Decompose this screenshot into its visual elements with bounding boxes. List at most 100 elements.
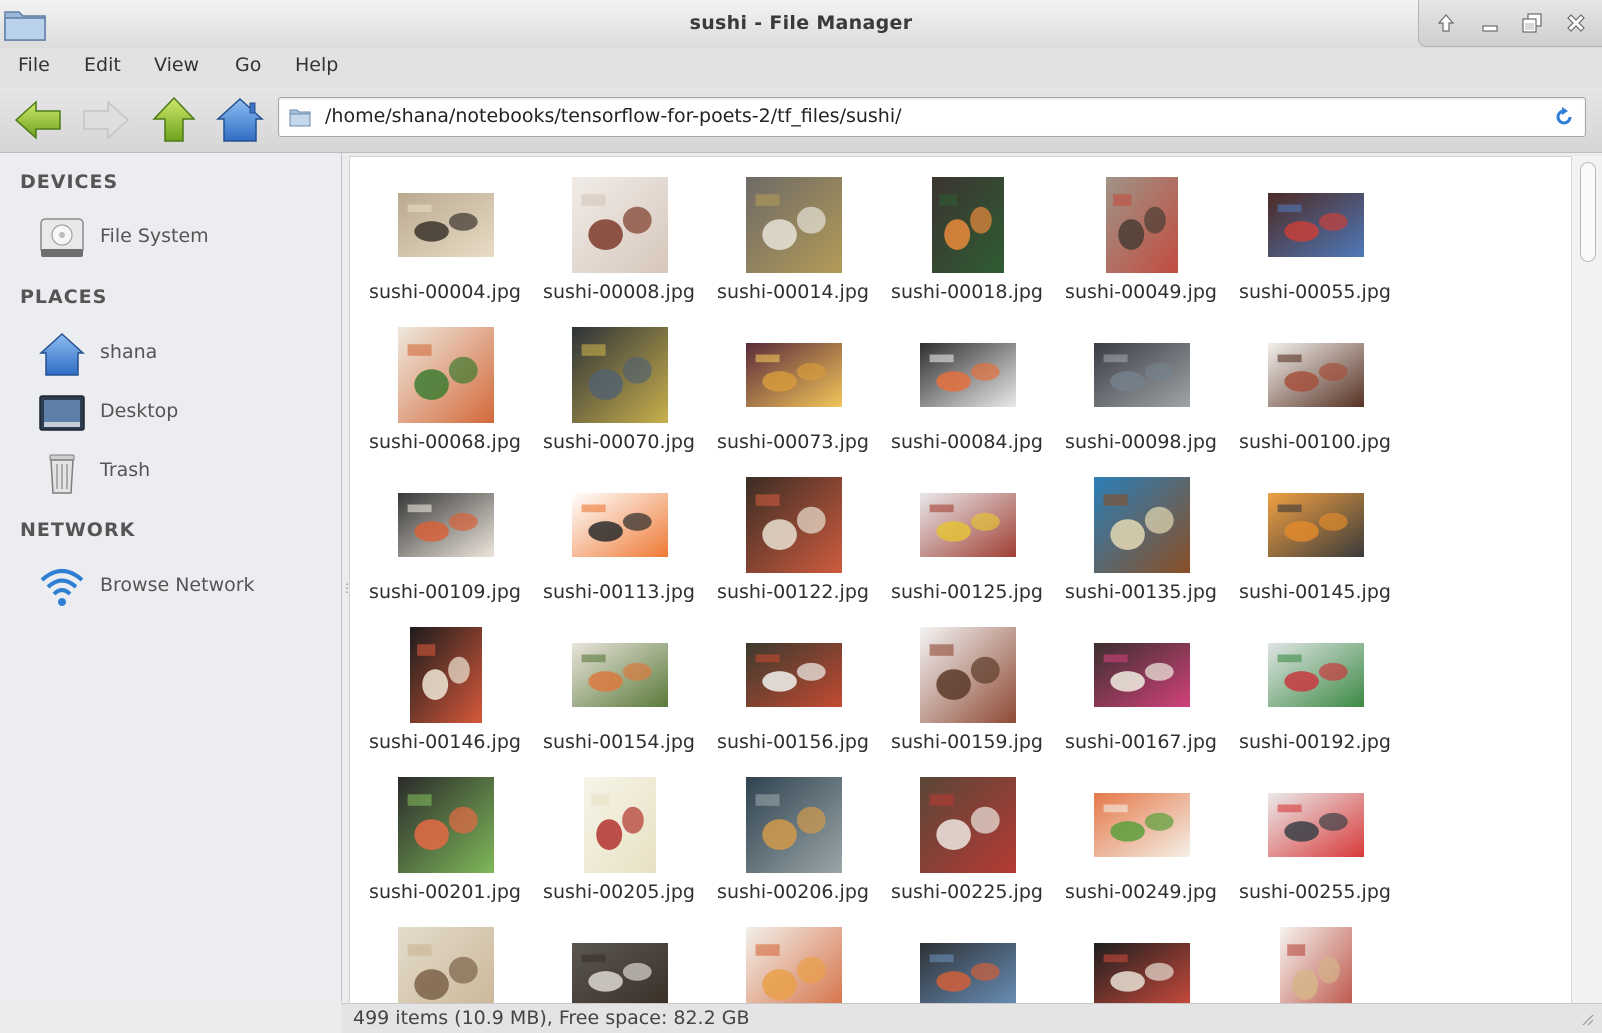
file-thumbnail[interactable] bbox=[746, 627, 842, 723]
menu-help[interactable]: Help bbox=[293, 54, 340, 76]
file-item[interactable]: sushi-00073.jpg bbox=[706, 319, 880, 469]
file-item[interactable] bbox=[1054, 919, 1228, 1004]
pane-resize-handle[interactable]: ⋮ bbox=[341, 582, 353, 605]
file-thumbnail[interactable] bbox=[398, 327, 494, 423]
file-thumbnail[interactable] bbox=[1094, 177, 1190, 273]
file-item[interactable]: sushi-00205.jpg bbox=[532, 769, 706, 919]
file-thumbnail[interactable] bbox=[572, 327, 668, 423]
menu-file[interactable]: File bbox=[16, 54, 52, 76]
menu-edit[interactable]: Edit bbox=[82, 54, 123, 76]
file-thumbnail[interactable] bbox=[1268, 477, 1364, 573]
file-item[interactable]: sushi-00109.jpg bbox=[358, 469, 532, 619]
file-thumbnail[interactable] bbox=[398, 927, 494, 1004]
file-thumbnail[interactable] bbox=[1094, 927, 1190, 1004]
sidebar-item-desktop[interactable]: Desktop bbox=[30, 386, 330, 440]
file-item[interactable] bbox=[1228, 919, 1402, 1004]
file-item[interactable]: sushi-00146.jpg bbox=[358, 619, 532, 769]
scrollbar-thumb[interactable] bbox=[1580, 162, 1596, 262]
file-item[interactable] bbox=[358, 919, 532, 1004]
restore-icon[interactable] bbox=[1519, 10, 1545, 36]
file-thumbnail[interactable] bbox=[1094, 327, 1190, 423]
file-name: sushi-00100.jpg bbox=[1239, 431, 1391, 453]
forward-arrow-icon[interactable] bbox=[80, 95, 132, 145]
file-item[interactable] bbox=[706, 919, 880, 1004]
up-arrow-icon[interactable] bbox=[148, 95, 200, 145]
file-thumbnail[interactable] bbox=[572, 477, 668, 573]
file-thumbnail[interactable] bbox=[1268, 177, 1364, 273]
file-item[interactable]: sushi-00201.jpg bbox=[358, 769, 532, 919]
sidebar-item-file-system[interactable]: File System bbox=[30, 211, 330, 265]
file-item[interactable]: sushi-00135.jpg bbox=[1054, 469, 1228, 619]
file-thumbnail[interactable] bbox=[398, 477, 494, 573]
reload-icon[interactable] bbox=[1553, 106, 1575, 128]
file-item[interactable]: sushi-00018.jpg bbox=[880, 169, 1054, 319]
file-item[interactable]: sushi-00084.jpg bbox=[880, 319, 1054, 469]
file-item[interactable]: sushi-00098.jpg bbox=[1054, 319, 1228, 469]
file-thumbnail[interactable] bbox=[746, 927, 842, 1004]
file-item[interactable]: sushi-00055.jpg bbox=[1228, 169, 1402, 319]
file-thumbnail[interactable] bbox=[1094, 777, 1190, 873]
file-thumbnail[interactable] bbox=[920, 777, 1016, 873]
file-item[interactable] bbox=[532, 919, 706, 1004]
file-item[interactable]: sushi-00156.jpg bbox=[706, 619, 880, 769]
vertical-scrollbar[interactable] bbox=[1571, 156, 1602, 1003]
back-arrow-icon[interactable] bbox=[12, 95, 64, 145]
location-bar[interactable]: /home/shana/notebooks/tensorflow-for-poe… bbox=[278, 97, 1586, 137]
file-thumbnail[interactable] bbox=[398, 177, 494, 273]
file-item[interactable]: sushi-00113.jpg bbox=[532, 469, 706, 619]
sidebar-item-trash[interactable]: Trash bbox=[30, 445, 330, 499]
file-thumbnail[interactable] bbox=[1094, 477, 1190, 573]
file-name: sushi-00113.jpg bbox=[543, 581, 695, 603]
file-thumbnail[interactable] bbox=[572, 177, 668, 273]
file-thumbnail[interactable] bbox=[920, 327, 1016, 423]
file-item[interactable]: sushi-00206.jpg bbox=[706, 769, 880, 919]
file-item[interactable]: sushi-00014.jpg bbox=[706, 169, 880, 319]
file-thumbnail[interactable] bbox=[920, 177, 1016, 273]
file-thumbnail[interactable] bbox=[746, 177, 842, 273]
home-icon[interactable] bbox=[214, 95, 266, 145]
file-thumbnail[interactable] bbox=[572, 627, 668, 723]
close-icon[interactable] bbox=[1563, 10, 1589, 36]
file-item[interactable]: sushi-00004.jpg bbox=[358, 169, 532, 319]
file-item[interactable]: sushi-00192.jpg bbox=[1228, 619, 1402, 769]
sidebar-item-shana[interactable]: shana bbox=[30, 327, 330, 381]
file-thumbnail[interactable] bbox=[746, 777, 842, 873]
file-thumbnail[interactable] bbox=[1268, 327, 1364, 423]
file-icon-view[interactable]: sushi-00004.jpg sushi-00008.jpg sushi-00… bbox=[349, 156, 1572, 1004]
file-thumbnail[interactable] bbox=[1094, 627, 1190, 723]
file-item[interactable] bbox=[880, 919, 1054, 1004]
menu-go[interactable]: Go bbox=[233, 54, 263, 76]
menu-view[interactable]: View bbox=[152, 54, 201, 76]
sidebar-item-browse-network[interactable]: Browse Network bbox=[30, 560, 330, 614]
file-thumbnail[interactable] bbox=[398, 627, 494, 723]
raise-icon[interactable] bbox=[1433, 10, 1459, 36]
file-thumbnail[interactable] bbox=[1268, 627, 1364, 723]
file-item[interactable]: sushi-00249.jpg bbox=[1054, 769, 1228, 919]
file-item[interactable]: sushi-00070.jpg bbox=[532, 319, 706, 469]
file-item[interactable]: sushi-00154.jpg bbox=[532, 619, 706, 769]
file-item[interactable]: sushi-00145.jpg bbox=[1228, 469, 1402, 619]
file-thumbnail[interactable] bbox=[398, 777, 494, 873]
file-item[interactable]: sushi-00225.jpg bbox=[880, 769, 1054, 919]
file-item[interactable]: sushi-00049.jpg bbox=[1054, 169, 1228, 319]
file-thumbnail[interactable] bbox=[1268, 777, 1364, 873]
location-path[interactable]: /home/shana/notebooks/tensorflow-for-poe… bbox=[325, 105, 902, 127]
file-thumbnail[interactable] bbox=[920, 627, 1016, 723]
file-item[interactable]: sushi-00167.jpg bbox=[1054, 619, 1228, 769]
file-thumbnail[interactable] bbox=[920, 927, 1016, 1004]
file-item[interactable]: sushi-00159.jpg bbox=[880, 619, 1054, 769]
file-item[interactable]: sushi-00100.jpg bbox=[1228, 319, 1402, 469]
file-thumbnail[interactable] bbox=[746, 477, 842, 573]
resize-grip-icon[interactable] bbox=[1580, 1012, 1594, 1026]
file-item[interactable]: sushi-00255.jpg bbox=[1228, 769, 1402, 919]
file-thumbnail[interactable] bbox=[746, 327, 842, 423]
file-item[interactable]: sushi-00122.jpg bbox=[706, 469, 880, 619]
file-item[interactable]: sushi-00068.jpg bbox=[358, 319, 532, 469]
file-thumbnail[interactable] bbox=[572, 777, 668, 873]
file-thumbnail[interactable] bbox=[572, 927, 668, 1004]
minimize-icon[interactable] bbox=[1477, 10, 1503, 36]
file-item[interactable]: sushi-00008.jpg bbox=[532, 169, 706, 319]
file-item[interactable]: sushi-00125.jpg bbox=[880, 469, 1054, 619]
file-thumbnail[interactable] bbox=[920, 477, 1016, 573]
file-thumbnail[interactable] bbox=[1268, 927, 1364, 1004]
